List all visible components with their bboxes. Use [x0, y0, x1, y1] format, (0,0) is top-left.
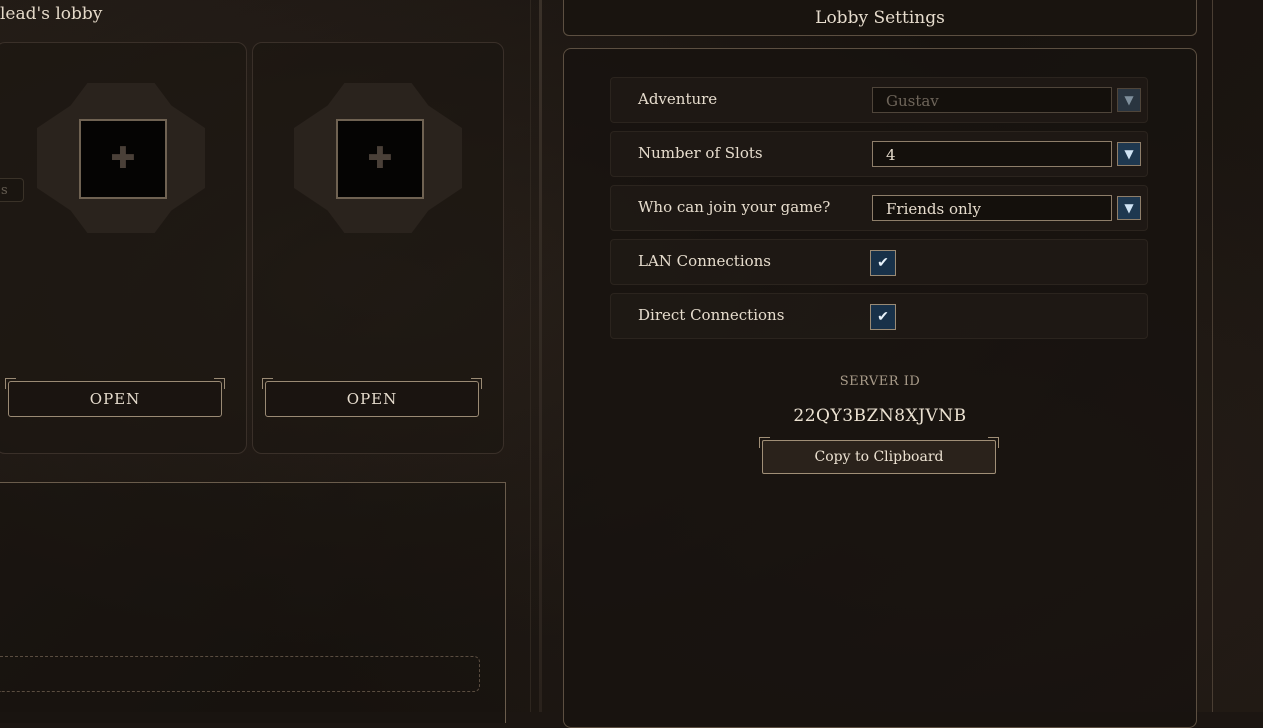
checkmark-icon: ✔	[877, 309, 889, 325]
lobby-title: lead's lobby	[0, 4, 103, 24]
cross-placeholder-icon: ✚	[367, 141, 393, 176]
portrait-slot[interactable]: ✚	[336, 119, 424, 199]
direct-connections-checkbox[interactable]: ✔	[870, 304, 896, 330]
join-permission-dropdown[interactable]: Friends only ▼	[872, 195, 1141, 221]
slots-dropdown[interactable]: 4 ▼	[872, 141, 1141, 167]
chevron-down-icon[interactable]: ▼	[1117, 196, 1141, 220]
player-slot-card: ✚ OPEN	[0, 42, 247, 454]
lan-connections-checkbox[interactable]: ✔	[870, 250, 896, 276]
server-id-value: 22QY3BZN8XJVNB	[793, 406, 967, 426]
checkmark-icon: ✔	[877, 255, 889, 271]
portrait-frame: ✚	[294, 83, 462, 233]
dropdown-value: 4	[886, 146, 896, 164]
setting-row-join: Who can join your game? Friends only ▼	[610, 185, 1148, 231]
setting-label: Number of Slots	[638, 144, 763, 162]
setting-label: LAN Connections	[638, 252, 772, 270]
panel-divider	[530, 0, 531, 712]
dropdown-value: Gustav	[886, 92, 939, 110]
portrait-slot[interactable]: ✚	[79, 119, 167, 199]
copy-to-clipboard-button[interactable]: Copy to Clipboard	[759, 437, 999, 474]
chevron-down-icon[interactable]: ▼	[1117, 88, 1141, 112]
setting-label: Who can join your game?	[638, 198, 831, 216]
cross-placeholder-icon: ✚	[110, 141, 136, 176]
portrait-frame: ✚	[37, 83, 205, 233]
setting-row-lan: LAN Connections ✔	[610, 239, 1148, 285]
chat-input[interactable]	[0, 656, 480, 692]
panel-divider	[539, 0, 542, 712]
player-slot-card: ✚ OPEN	[252, 42, 504, 454]
server-id-label: SERVER ID	[839, 374, 921, 389]
setting-row-slots: Number of Slots 4 ▼	[610, 131, 1148, 177]
adventure-dropdown[interactable]: Gustav ▼	[872, 87, 1141, 113]
open-slot-button[interactable]: OPEN	[262, 378, 482, 417]
setting-label: Direct Connections	[638, 306, 785, 324]
frame-edge	[1212, 0, 1213, 712]
chevron-down-icon[interactable]: ▼	[1117, 142, 1141, 166]
setting-label: Adventure	[638, 90, 718, 108]
settings-header: Lobby Settings	[563, 0, 1197, 36]
dropdown-value: Friends only	[886, 200, 981, 218]
setting-row-direct: Direct Connections ✔	[610, 293, 1148, 339]
setting-row-adventure: Adventure Gustav ▼	[610, 77, 1148, 123]
open-slot-button[interactable]: OPEN	[5, 378, 225, 417]
